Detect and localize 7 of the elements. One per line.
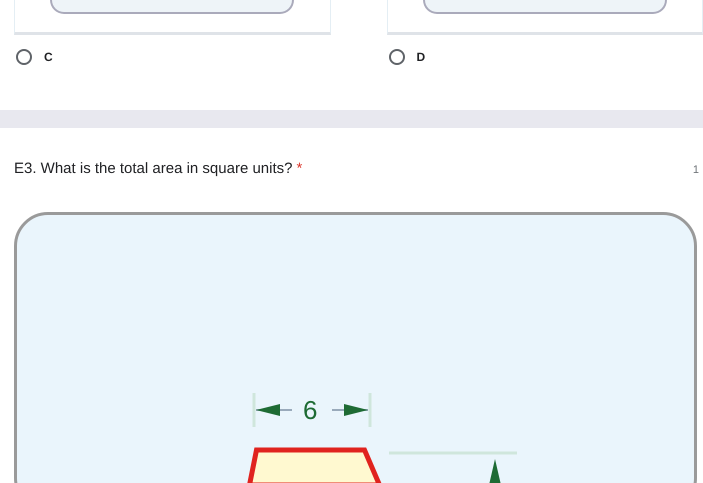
option-label: C: [44, 50, 53, 64]
required-asterisk: *: [296, 160, 302, 177]
question-title: E3. What is the total area in square units?: [14, 160, 292, 177]
radio-button[interactable]: [16, 49, 32, 65]
points-label: 1: [692, 164, 699, 176]
radio-button[interactable]: [388, 49, 404, 65]
option-label: D: [416, 50, 426, 64]
